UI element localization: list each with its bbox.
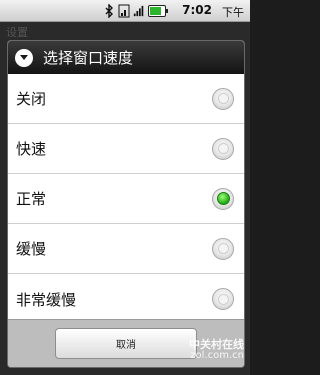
signal-icon	[133, 5, 144, 17]
wifi-icon	[118, 4, 130, 18]
status-bar: 7:02 下午	[0, 0, 250, 22]
radio-button[interactable]	[212, 137, 234, 160]
status-ampm: 下午	[222, 6, 244, 19]
status-left-area	[4, 4, 40, 16]
status-icons	[103, 3, 168, 19]
radio-button-selected[interactable]	[212, 187, 234, 210]
radio-button[interactable]	[212, 237, 234, 260]
option-fast[interactable]: 快速	[8, 124, 244, 174]
bluetooth-icon	[105, 4, 113, 18]
option-label: 关闭	[16, 90, 47, 108]
option-normal[interactable]: 正常	[8, 174, 244, 224]
radio-button[interactable]	[212, 288, 234, 310]
status-time: 7:02	[182, 3, 212, 17]
dialog-title: 选择窗口速度	[43, 49, 134, 67]
battery-icon	[148, 5, 168, 17]
option-slow[interactable]: 缓慢	[8, 224, 244, 274]
background-label: 设置	[6, 26, 28, 39]
option-very-slow[interactable]: 非常缓慢	[8, 274, 244, 324]
option-off[interactable]: 关闭	[8, 74, 244, 124]
chevron-down-icon	[15, 48, 33, 67]
radio-button[interactable]	[212, 87, 234, 110]
dialog-title-bar: 选择窗口速度	[8, 41, 244, 74]
option-label: 缓慢	[16, 240, 47, 258]
option-label: 正常	[16, 190, 47, 208]
option-label: 快速	[16, 140, 47, 158]
option-label: 非常缓慢	[16, 290, 77, 309]
dialog-footer: 取消	[8, 319, 244, 367]
speed-dialog: 选择窗口速度 关闭 快速 正常 缓慢 非常缓慢 取消	[7, 40, 245, 368]
cancel-button[interactable]: 取消	[55, 328, 197, 359]
